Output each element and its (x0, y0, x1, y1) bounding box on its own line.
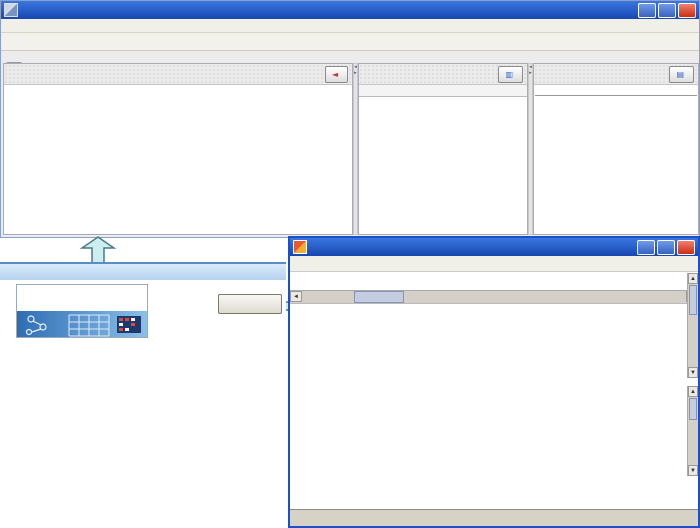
jalview-close-button[interactable] (677, 240, 695, 255)
alignment-panel: ▤ (533, 63, 699, 235)
java-applet-window-bar (290, 509, 698, 526)
scroll-up-icon[interactable]: ▲ (688, 273, 698, 284)
annotation-scroll-up-icon[interactable]: ▲ (688, 386, 698, 397)
configuration-button[interactable]: ▤ (669, 66, 694, 83)
jalview-maximize-button[interactable] (657, 240, 675, 255)
column-settings-icon: ▥ (505, 70, 513, 79)
jalview-minimize-button[interactable] (637, 240, 655, 255)
table-header (359, 85, 527, 97)
table-panel-header: ▥ (359, 64, 527, 85)
jalview-window: ◄ ► ▲ ▼ ▲ ▼ (288, 236, 700, 528)
annotation-vertical-scrollbar[interactable]: ▲ ▼ (687, 386, 698, 476)
jalview-status-bar (290, 303, 698, 318)
screenshot-canvas: ◄ ◂▸ ▥ ◂▸ ▤ (0, 0, 700, 528)
maximize-button[interactable] (658, 3, 676, 18)
tree-panel: ◄ (3, 63, 353, 235)
alignment-panel-header: ▤ (534, 64, 698, 85)
close-button[interactable] (678, 3, 696, 18)
column-settings-button[interactable]: ▥ (498, 66, 523, 83)
annotation-scroll-down-icon[interactable]: ▼ (688, 465, 698, 476)
up-flow-arrow (80, 236, 116, 264)
jalview-app-icon (293, 240, 307, 254)
hscroll-thumb[interactable] (354, 291, 404, 303)
jalview-horizontal-scrollbar[interactable]: ◄ ► (290, 290, 698, 303)
banner-art (17, 311, 147, 337)
configuration-icon: ▤ (676, 70, 684, 79)
phylogenetic-tree[interactable] (5, 86, 351, 236)
pir-tav-window: ◄ ◂▸ ▥ ◂▸ ▤ (0, 0, 700, 238)
launcher-panel (0, 262, 286, 354)
tav-alignment-ruler (535, 85, 697, 96)
node-table-panel: ▥ (358, 63, 528, 235)
pir-tav-app-icon (4, 3, 18, 17)
node-merger-button[interactable]: ◄ (325, 66, 348, 83)
node-merger-icon: ◄ (332, 70, 338, 79)
jalview-ruler (346, 272, 687, 284)
jalview-titlebar[interactable] (290, 238, 698, 256)
tav-launch-banner[interactable] (16, 284, 148, 338)
jalview-vertical-scrollbar[interactable]: ▲ ▼ (687, 273, 698, 378)
scroll-left-icon[interactable]: ◄ (290, 291, 302, 302)
scroll-down-icon[interactable]: ▼ (688, 367, 698, 378)
start-jalview-button[interactable] (218, 294, 282, 314)
minimize-button[interactable] (638, 3, 656, 18)
launcher-header (0, 262, 286, 280)
tree-panel-header: ◄ (4, 64, 352, 85)
launch-label (17, 285, 147, 286)
jalview-menubar (290, 256, 698, 272)
pir-tav-toolbar (1, 33, 699, 51)
pir-tav-menubar (1, 19, 699, 33)
pir-tav-titlebar[interactable] (1, 1, 699, 19)
